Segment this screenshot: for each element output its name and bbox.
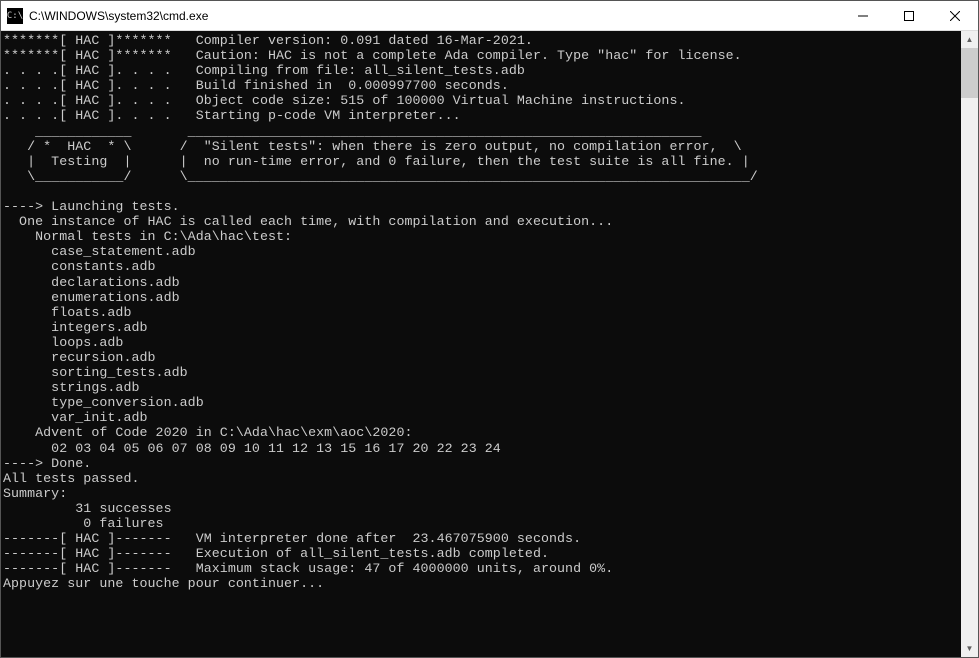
console-area: *******[ HAC ]******* Compiler version: … xyxy=(1,31,978,657)
window-controls xyxy=(840,1,978,30)
scroll-down-arrow[interactable]: ▼ xyxy=(961,640,978,657)
window-title: C:\WINDOWS\system32\cmd.exe xyxy=(29,9,840,23)
vertical-scrollbar[interactable]: ▲ ▼ xyxy=(961,31,978,657)
minimize-button[interactable] xyxy=(840,1,886,30)
cmd-icon: C:\ xyxy=(7,8,23,24)
scrollbar-thumb[interactable] xyxy=(961,48,978,98)
maximize-button[interactable] xyxy=(886,1,932,30)
scroll-up-arrow[interactable]: ▲ xyxy=(961,31,978,48)
close-button[interactable] xyxy=(932,1,978,30)
console-output[interactable]: *******[ HAC ]******* Compiler version: … xyxy=(1,31,961,657)
window-titlebar: C:\ C:\WINDOWS\system32\cmd.exe xyxy=(1,1,978,31)
